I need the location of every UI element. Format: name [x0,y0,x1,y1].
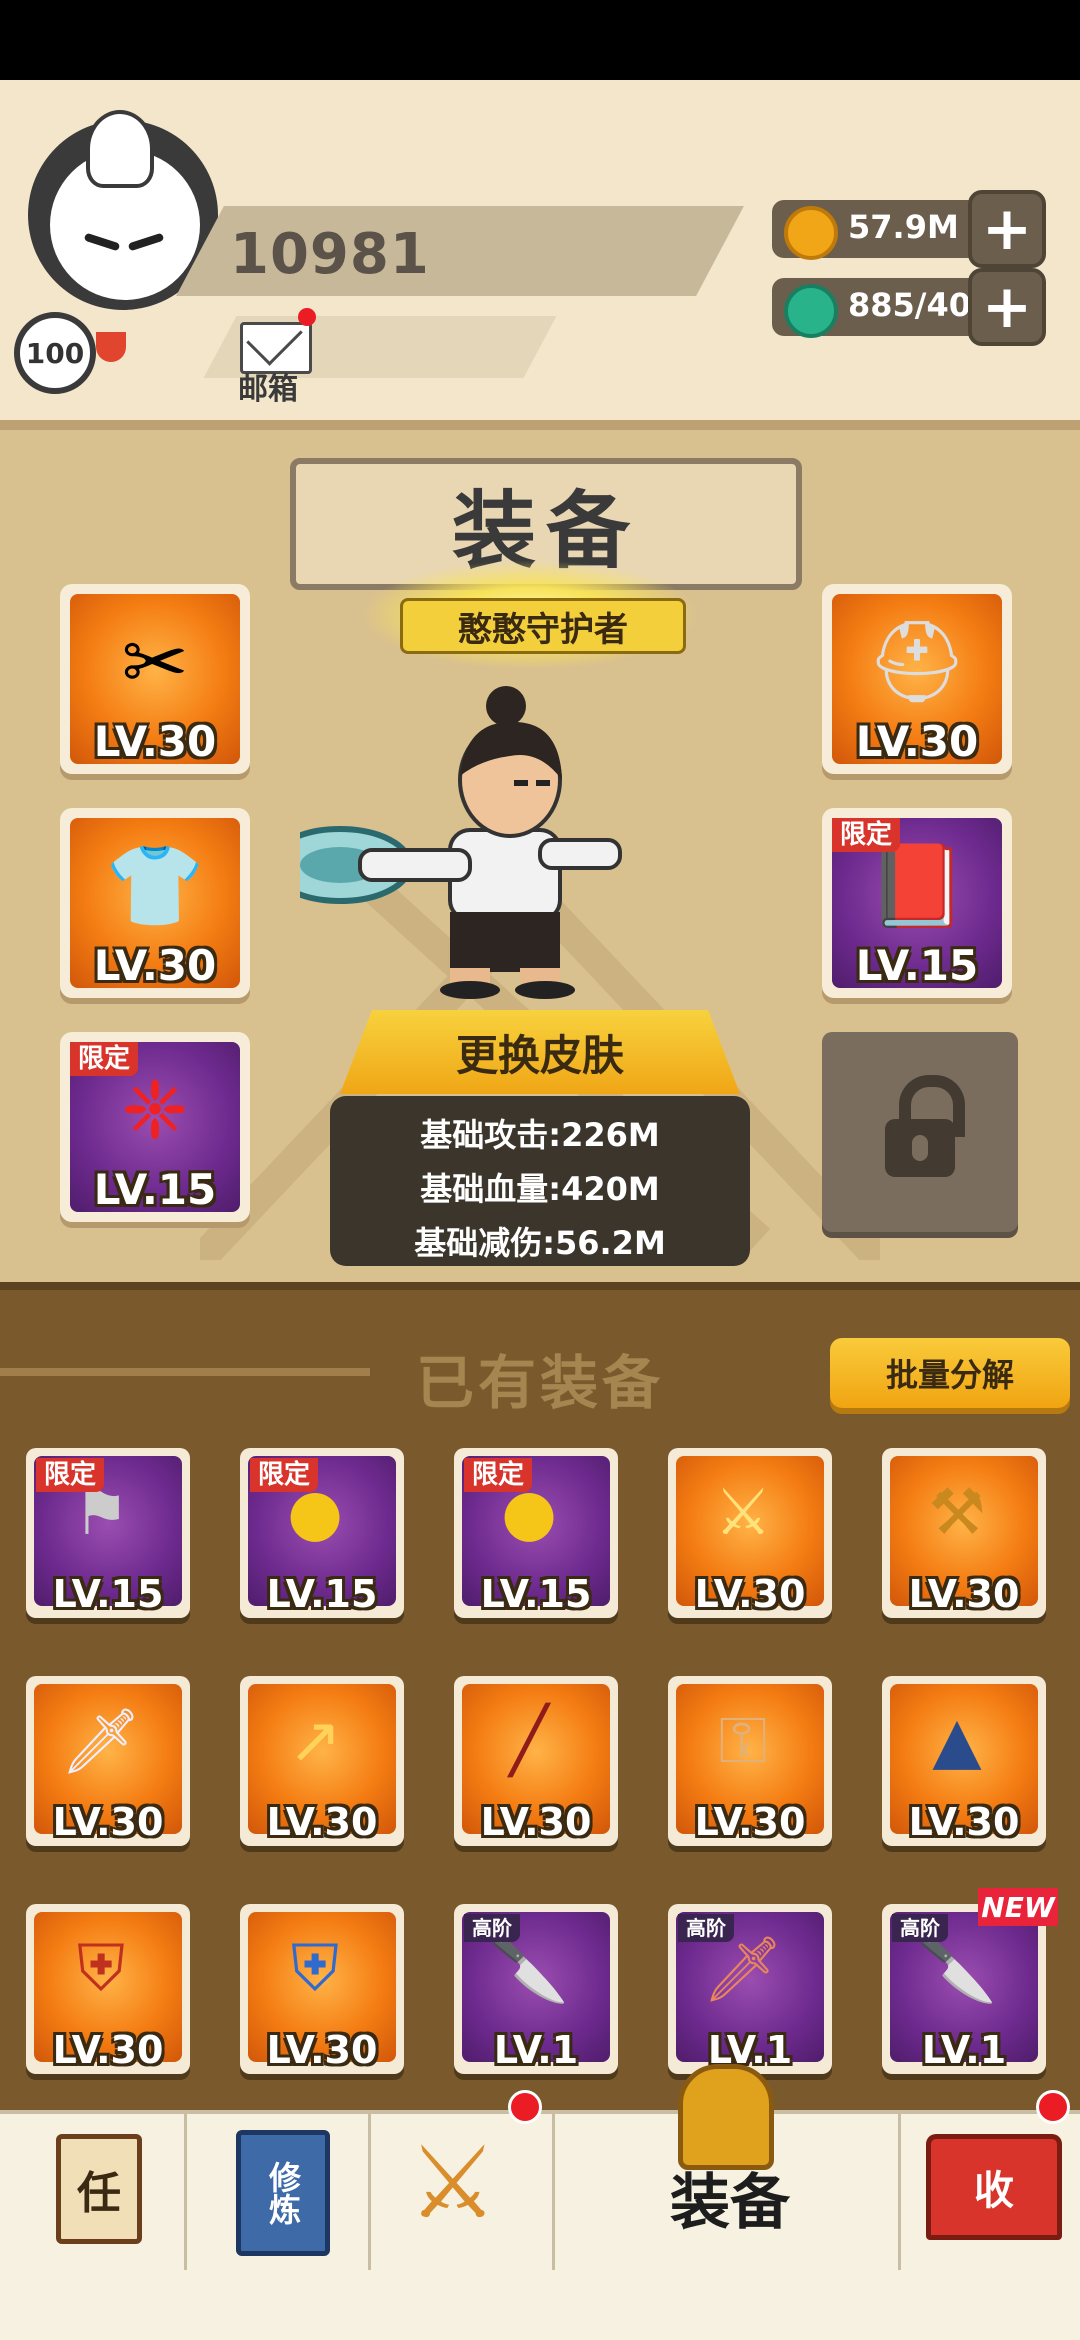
limited-tag: 限定 [36,1458,105,1492]
equip-slot-accessory[interactable]: ❈ 限定 LV.15 [60,1032,250,1222]
base-damage-reduction: 基础减伤:56.2M [414,1224,666,1262]
mail-notification-dot [298,308,316,326]
mail-label[interactable]: 邮箱 [238,364,298,408]
owned-title-divider [0,1368,370,1376]
item-level: LV.15 [52,1572,164,1616]
equip-slot-helmet[interactable]: ⛑ LV.30 [822,584,1012,774]
gold-coin-icon [784,206,838,260]
item-level: LV.15 [480,1572,592,1616]
item-level: LV.1 [493,2028,579,2072]
limited-tag: 限定 [464,1458,533,1492]
equip-slot-clothing[interactable]: 👕 LV.30 [60,808,250,998]
hoodie-icon: 👕 [105,839,205,932]
inventory-item[interactable]: ╱ LV.30 [454,1676,618,1846]
item-level: LV.30 [52,1800,164,1844]
straw-hat-icon: ▲ [932,1704,982,1778]
item-level: LV.30 [266,2028,378,2072]
limited-tag: 限定 [832,818,901,852]
golden-sword-icon: ⚔ [714,1476,772,1550]
status-bar [0,0,1080,80]
blue-armor-icon: ⛨ [291,1932,339,2006]
avatar-mouth-icon [96,332,126,362]
item-level: LV.1 [921,2028,1007,2072]
item-level: LV.30 [908,1800,1020,1844]
staff-icon: ╱ [509,1704,549,1778]
slot-level: LV.15 [93,1165,217,1214]
slot-level: LV.15 [855,941,979,990]
bottom-safe-area [0,2270,1080,2340]
inventory-item[interactable]: 🗡 高阶 LV.1 [668,1904,832,2074]
player-level-badge: 100 [14,312,96,394]
gem-amount: 885/40 [848,286,972,324]
owned-equipment-title: 已有装备 [416,1349,665,1417]
task-scroll-icon: 任 [56,2134,142,2244]
item-level: LV.30 [266,1800,378,1844]
nav-shop-tab[interactable]: 收 [898,2114,1080,2270]
character-title: 憨憨守护者 [400,598,686,654]
shop-notification-dot [1036,2090,1070,2124]
train-book-icon: 修炼 [236,2130,330,2256]
add-gold-button[interactable]: + [968,190,1046,268]
battle-notification-dot [508,2090,542,2124]
inventory-item[interactable]: ⛨ LV.30 [26,1904,190,2074]
item-level: LV.1 [707,2028,793,2072]
inventory-item[interactable]: ● 限定 LV.15 [240,1448,404,1618]
batch-decompose-button[interactable]: 批量分解 [830,1338,1070,1408]
shop-building-icon: 收 [926,2134,1062,2240]
red-armor-icon: ⛨ [77,1932,125,2006]
mace-icon: ⚒ [928,1476,986,1550]
add-gem-button[interactable]: + [968,268,1046,346]
item-level: LV.30 [52,2028,164,2072]
lock-icon [885,1075,965,1177]
player-score: 10981 [230,222,430,287]
slot-level: LV.30 [855,717,979,766]
slot-level: LV.30 [93,717,217,766]
inventory-item[interactable]: ▲ LV.30 [882,1676,1046,1846]
spear-icon: ↗ [288,1704,342,1778]
equip-slot-book[interactable]: 📕 限定 LV.15 [822,808,1012,998]
item-level: LV.30 [694,1800,806,1844]
base-attack: 基础攻击:226M [420,1116,660,1154]
advanced-tag: 高阶 [892,1914,948,1942]
slot-level: LV.30 [93,941,217,990]
inventory-item[interactable]: ⚿ LV.30 [668,1676,832,1846]
inventory-item[interactable]: ⚑ 限定 LV.15 [26,1448,190,1618]
helmet-icon: ⛑ [866,615,968,708]
advanced-tag: 高阶 [464,1914,520,1942]
base-stats-box: 基础攻击:226M 基础血量:420M 基础减伤:56.2M [330,1096,750,1266]
item-level: LV.30 [480,1800,592,1844]
equip-slot-weapon[interactable]: ✂ LV.30 [60,584,250,774]
nav-battle-tab[interactable]: ⚔ [368,2114,555,2270]
inventory-item[interactable]: ⛨ LV.30 [240,1904,404,2074]
item-level: LV.15 [266,1572,378,1616]
new-badge: NEW [978,1888,1058,1926]
inventory-item[interactable]: 🔪 高阶 LV.1 [882,1904,1046,2074]
character-figure [300,686,622,999]
advanced-tag: 高阶 [678,1914,734,1942]
inventory-item[interactable]: 🔪 高阶 LV.1 [454,1904,618,2074]
limited-tag: 限定 [70,1042,139,1076]
key-weapon-icon: ⚿ [718,1704,768,1778]
inventory-item[interactable]: ↗ LV.30 [240,1676,404,1846]
nav-equip-label: 装备 [670,2168,790,2238]
crossed-swords-icon: ⚔ [408,2124,498,2241]
inventory-item[interactable]: 🗡 LV.30 [26,1676,190,1846]
item-level: LV.30 [908,1572,1020,1616]
nav-train-tab[interactable]: 修炼 [184,2114,371,2270]
gold-amount: 57.9M [848,208,959,246]
avatar-tuft-icon [86,110,154,188]
scissors-icon: ✂ [121,615,189,709]
inventory-item[interactable]: ⚒ LV.30 [882,1448,1046,1618]
nav-task-tab[interactable]: 任 [0,2114,187,2270]
inventory-item[interactable]: ● 限定 LV.15 [454,1448,618,1618]
sword-icon: 🗡 [60,1704,142,1779]
item-level: LV.30 [694,1572,806,1616]
change-skin-button[interactable]: 更换皮肤 [340,1010,740,1094]
locked-slot[interactable] [822,1032,1018,1232]
limited-tag: 限定 [250,1458,319,1492]
jade-gem-icon [784,284,838,338]
base-hp: 基础血量:420M [420,1170,660,1208]
inventory-item[interactable]: ⚔ LV.30 [668,1448,832,1618]
